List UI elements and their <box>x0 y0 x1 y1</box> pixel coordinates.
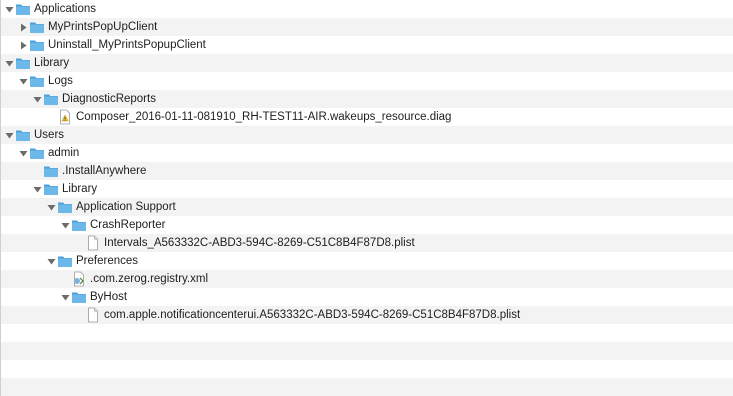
tree-row-label: Uninstall_MyPrintsPopupClient <box>48 39 206 51</box>
disclosure-expanded-icon[interactable] <box>17 72 29 90</box>
folder-icon <box>29 37 45 53</box>
disclosure-expanded-icon[interactable] <box>45 252 57 270</box>
tree-row-label: admin <box>48 147 80 159</box>
tree-row-composer-2016-01-11-081910-rh-test11-air-wakeups-resource-diag[interactable]: Composer_2016-01-11-081910_RH-TEST11-AIR… <box>1 108 733 126</box>
tree-row-label: CrashReporter <box>90 219 166 231</box>
document-icon <box>85 235 101 251</box>
disclosure-expanded-icon[interactable] <box>31 180 43 198</box>
disclosure-expanded-icon[interactable] <box>17 144 29 162</box>
tree-row-label: Preferences <box>76 255 139 267</box>
tree-row-label: Users <box>34 129 65 141</box>
folder-icon <box>15 1 31 17</box>
tree-row-applications[interactable]: Applications <box>1 0 733 18</box>
empty-row <box>1 324 733 342</box>
tree-row-label: Intervals_A563332C-ABD3-594C-8269-C51C8B… <box>104 237 415 249</box>
tree-row-label: Applications <box>34 3 97 15</box>
tree-row-label: MyPrintsPopUpClient <box>48 21 158 33</box>
tree-row-logs[interactable]: Logs <box>1 72 733 90</box>
xml-document-icon <box>71 271 87 287</box>
disclosure-expanded-icon[interactable] <box>3 0 15 18</box>
folder-icon <box>57 199 73 215</box>
disclosure-expanded-icon[interactable] <box>45 198 57 216</box>
folder-icon <box>71 289 87 305</box>
tree-row-myprintspopupclient[interactable]: MyPrintsPopUpClient <box>1 18 733 36</box>
file-tree: Applications MyPrintsPopUpClient Uninstall… <box>0 0 733 396</box>
folder-icon <box>57 253 73 269</box>
disclosure-collapsed-icon[interactable] <box>17 36 29 54</box>
disclosure-expanded-icon[interactable] <box>3 54 15 72</box>
folder-icon <box>29 73 45 89</box>
tree-row-users[interactable]: Users <box>1 126 733 144</box>
tree-row-label: Logs <box>48 75 73 87</box>
tree-row-preferences[interactable]: Preferences <box>1 252 733 270</box>
tree-row-library[interactable]: Library <box>1 180 733 198</box>
tree-row-label: ByHost <box>90 291 128 303</box>
tree-row-library[interactable]: Library <box>1 54 733 72</box>
disclosure-expanded-icon[interactable] <box>31 90 43 108</box>
folder-icon <box>15 127 31 143</box>
empty-row <box>1 378 733 396</box>
folder-icon <box>43 91 59 107</box>
tree-row-intervals-a563332c-abd3-594c-8269-c51c8b4f87d8-plist[interactable]: Intervals_A563332C-ABD3-594C-8269-C51C8B… <box>1 234 733 252</box>
folder-icon <box>43 181 59 197</box>
empty-row <box>1 360 733 378</box>
tree-row-label: Application Support <box>76 201 176 213</box>
document-icon <box>85 307 101 323</box>
tree-row-label: Library <box>34 57 70 69</box>
tree-row-label: .com.zerog.registry.xml <box>90 273 209 285</box>
folder-icon <box>29 145 45 161</box>
tree-row-crashreporter[interactable]: CrashReporter <box>1 216 733 234</box>
warning-document-icon <box>57 109 73 125</box>
tree-row-installanywhere[interactable]: .InstallAnywhere <box>1 162 733 180</box>
empty-row <box>1 342 733 360</box>
disclosure-expanded-icon[interactable] <box>59 288 71 306</box>
folder-icon <box>15 55 31 71</box>
tree-row-label: Library <box>62 183 98 195</box>
disclosure-collapsed-icon[interactable] <box>17 18 29 36</box>
folder-icon <box>43 163 59 179</box>
tree-row-uninstall-myprintspopupclient[interactable]: Uninstall_MyPrintsPopupClient <box>1 36 733 54</box>
disclosure-expanded-icon[interactable] <box>3 126 15 144</box>
tree-row-com-zerog-registry-xml[interactable]: .com.zerog.registry.xml <box>1 270 733 288</box>
tree-row-application-support[interactable]: Application Support <box>1 198 733 216</box>
tree-row-label: com.apple.notificationcenterui.A563332C-… <box>104 309 521 321</box>
tree-row-admin[interactable]: admin <box>1 144 733 162</box>
tree-row-diagnosticreports[interactable]: DiagnosticReports <box>1 90 733 108</box>
tree-row-label: .InstallAnywhere <box>62 165 147 177</box>
folder-icon <box>29 19 45 35</box>
tree-row-com-apple-notificationcenterui-a563332c-abd3-594c-8269-c51c8b4f87d8-plist[interactable]: com.apple.notificationcenterui.A563332C-… <box>1 306 733 324</box>
disclosure-expanded-icon[interactable] <box>59 216 71 234</box>
tree-row-label: Composer_2016-01-11-081910_RH-TEST11-AIR… <box>76 111 452 123</box>
folder-icon <box>71 217 87 233</box>
tree-row-label: DiagnosticReports <box>62 93 156 105</box>
tree-row-byhost[interactable]: ByHost <box>1 288 733 306</box>
